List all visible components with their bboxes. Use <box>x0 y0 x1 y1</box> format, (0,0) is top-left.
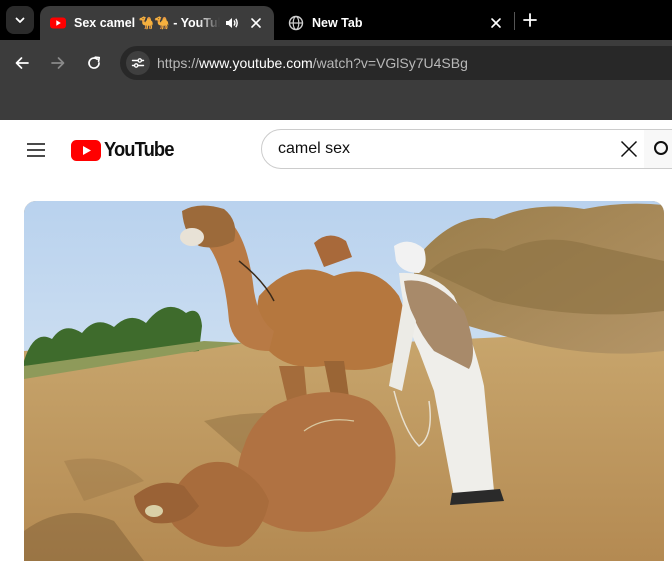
tab-new-tab[interactable]: New Tab <box>278 6 514 40</box>
address-bar[interactable]: https://www.youtube.com/watch?v=VGlSy7U4… <box>120 46 672 80</box>
tab-strip: Sex camel 🐪🐪 - YouTube New Tab <box>0 0 672 40</box>
search-icon <box>654 141 668 155</box>
reload-button[interactable] <box>81 50 107 76</box>
search-button[interactable] <box>644 129 672 169</box>
bookmarks-bar <box>0 86 672 120</box>
youtube-masthead: YouTube <box>0 120 672 180</box>
tab-separator <box>514 12 515 30</box>
url-text[interactable]: https://www.youtube.com/watch?v=VGlSy7U4… <box>157 55 468 71</box>
url-path: /watch?v=VGlSy7U4SBg <box>312 55 468 71</box>
reload-icon <box>88 56 101 69</box>
video-frame <box>24 201 664 561</box>
close-icon[interactable] <box>488 15 504 31</box>
tab-list-chevron-icon <box>15 17 25 23</box>
youtube-favicon-icon <box>50 17 66 29</box>
clear-search-button[interactable] <box>617 137 641 161</box>
url-scheme: https:// <box>157 55 200 71</box>
site-info-button[interactable] <box>126 51 150 75</box>
youtube-logo-icon <box>71 139 101 161</box>
tab-search-button[interactable] <box>6 6 34 34</box>
guide-menu-button[interactable] <box>22 136 50 164</box>
plus-icon <box>523 13 537 27</box>
audio-playing-icon[interactable] <box>224 15 240 31</box>
forward-button[interactable] <box>45 50 71 76</box>
tab-title: New Tab <box>312 16 363 30</box>
video-player[interactable] <box>24 201 664 561</box>
close-icon[interactable] <box>248 15 264 31</box>
back-button[interactable] <box>9 50 35 76</box>
youtube-logo[interactable]: YouTube <box>71 138 180 162</box>
new-tab-button[interactable] <box>520 8 540 32</box>
browser-toolbar: https://www.youtube.com/watch?v=VGlSy7U4… <box>0 40 672 86</box>
hamburger-icon <box>27 143 45 157</box>
youtube-logo-text: YouTube <box>104 138 174 161</box>
search-box <box>261 129 645 169</box>
url-host: www.youtube.com <box>199 55 313 71</box>
clear-icon <box>620 140 638 158</box>
search-input[interactable] <box>278 139 598 159</box>
site-info-icon <box>131 58 145 68</box>
globe-icon <box>288 15 304 31</box>
back-arrow-icon <box>15 57 29 69</box>
forward-arrow-icon <box>51 57 65 69</box>
tab-title: Sex camel 🐪🐪 - YouTube <box>74 15 220 30</box>
tab-youtube[interactable]: Sex camel 🐪🐪 - YouTube <box>40 6 274 40</box>
